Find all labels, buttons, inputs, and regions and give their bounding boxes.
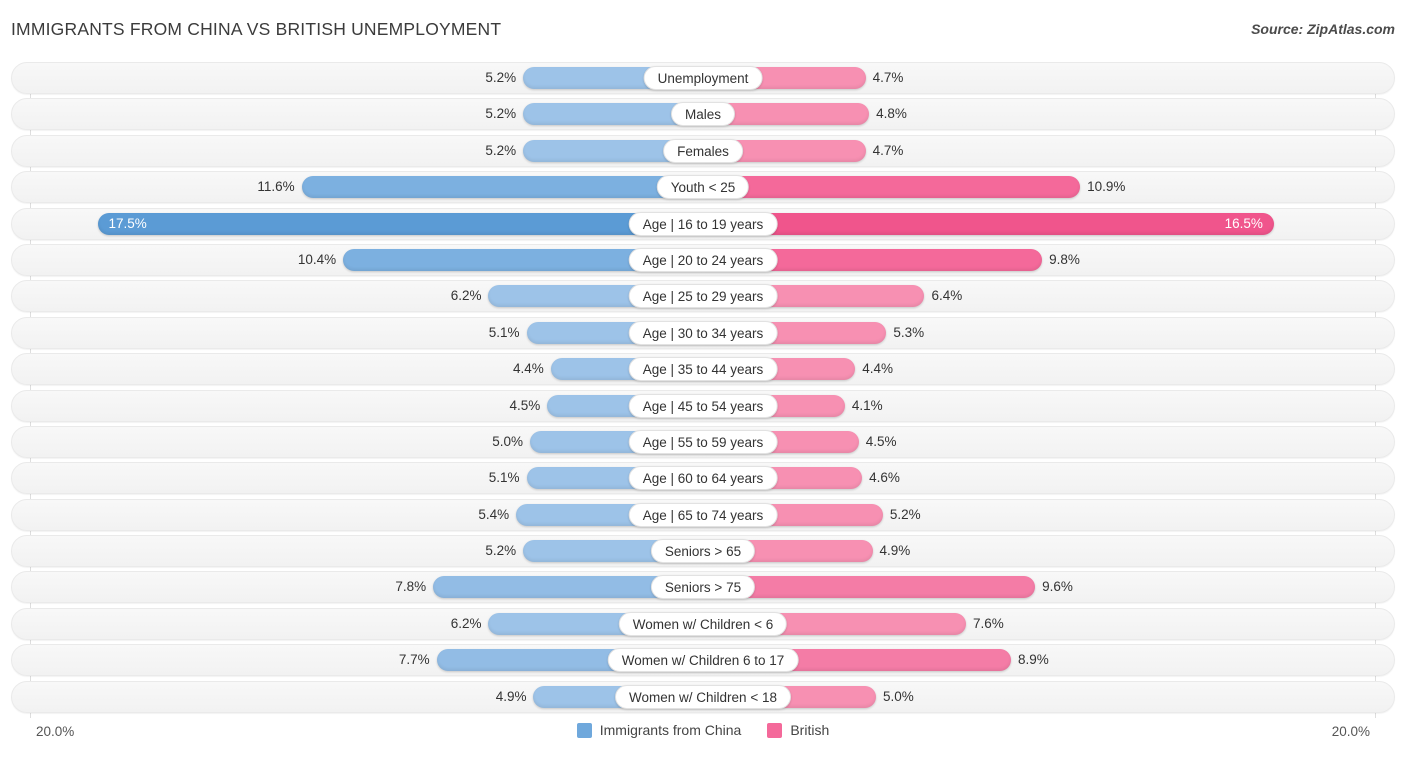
row-label-pill: Age | 55 to 59 years [628, 429, 778, 454]
row-label-pill: Unemployment [643, 66, 763, 90]
bar-value-left: 5.2% [485, 543, 517, 559]
bar-left-immigrants-from-china [97, 212, 703, 235]
row-label-pill: Age | 16 to 19 years [628, 211, 778, 236]
bar-value-left: 5.1% [488, 470, 520, 486]
bar-value-right: 8.9% [1017, 652, 1049, 668]
bar-value-right: 4.1% [851, 397, 883, 413]
bar-value-right: 4.5% [865, 433, 897, 449]
bar-row: 4.5% 4.1% Age | 45 to 54 years [0, 389, 1406, 422]
bar-value-right: 9.8% [1049, 251, 1080, 267]
legend-item[interactable]: Immigrants from China [576, 722, 742, 738]
bar-value-left: 4.4% [512, 361, 544, 377]
legend-label: British [790, 722, 830, 738]
legend-swatch-icon [767, 722, 783, 738]
bar-row: 10.4% 9.8% Age | 20 to 24 years [0, 243, 1406, 276]
row-label-pill: Age | 35 to 44 years [628, 357, 778, 382]
bar-row: 5.0% 4.5% Age | 55 to 59 years [0, 425, 1406, 458]
bar-row: 5.2% 4.7% Unemployment [0, 62, 1406, 94]
bar-value-left: 11.6% [257, 179, 295, 195]
row-label-pill: Age | 25 to 29 years [628, 284, 778, 309]
chart-plot-area: 5.2% 4.7% Unemployment 5.2% 4.8% Males 5.2% 4.7… [0, 62, 1406, 718]
bar-row: 5.2% 4.7% Females [0, 134, 1406, 167]
bar-value-left: 6.2% [450, 615, 482, 631]
bar-value-left: 7.7% [398, 652, 430, 668]
bar-value-right: 4.8% [876, 106, 907, 122]
bar-value-right: 9.6% [1042, 579, 1073, 595]
bar-row: 4.4% 4.4% Age | 35 to 44 years [0, 353, 1406, 386]
legend-label: Immigrants from China [599, 722, 742, 738]
source-attribution: Source: ZipAtlas.com [1251, 21, 1395, 37]
bar-value-left: 7.8% [395, 579, 427, 595]
page-title: IMMIGRANTS FROM CHINA VS BRITISH UNEMPLO… [11, 19, 502, 39]
bar-value-left: 17.5% [108, 215, 147, 231]
row-label-pill: Males [670, 102, 736, 127]
bar-row: 4.9% 5.0% Women w/ Children < 18 [0, 680, 1406, 713]
bar-value-right: 7.6% [972, 615, 1004, 631]
bar-row: 6.2% 7.6% Women w/ Children < 6 [0, 607, 1406, 640]
row-label-pill: Age | 65 to 74 years [628, 502, 778, 527]
bar-row: 5.4% 5.2% Age | 65 to 74 years [0, 498, 1406, 531]
bar-value-right: 4.9% [879, 543, 911, 559]
bar-row: 17.5% 16.5% Age | 16 to 19 years [0, 207, 1406, 240]
row-label-pill: Age | 60 to 64 years [628, 466, 778, 491]
bar-value-left: 4.5% [509, 397, 541, 413]
bar-value-left: 5.2% [485, 70, 517, 85]
legend-item[interactable]: British [767, 722, 829, 738]
row-label-pill: Seniors > 65 [650, 539, 756, 564]
chart-legend: Immigrants from China British [0, 722, 1406, 738]
bar-row: 5.2% 4.9% Seniors > 65 [0, 535, 1406, 568]
bar-value-right: 5.0% [883, 688, 914, 704]
bar-row: 7.7% 8.9% Women w/ Children 6 to 17 [0, 644, 1406, 677]
bar-value-right: 4.6% [869, 470, 900, 486]
bar-value-right: 10.9% [1087, 179, 1126, 195]
bar-value-left: 6.2% [450, 288, 482, 304]
bar-rows-container: 5.2% 4.7% Unemployment 5.2% 4.8% Males 5.2% 4.7… [0, 62, 1406, 717]
row-label-pill: Women w/ Children 6 to 17 [607, 648, 799, 673]
bar-value-right: 16.5% [1224, 215, 1263, 231]
row-label-pill: Females [663, 138, 743, 163]
row-label-pill: Women w/ Children < 6 [618, 611, 788, 636]
bar-value-right: 6.4% [931, 288, 963, 304]
bar-row: 11.6% 10.9% Youth < 25 [0, 171, 1406, 204]
bar-row: 5.2% 4.8% Males [0, 98, 1406, 131]
bar-value-right: 5.3% [893, 324, 925, 340]
bar-value-left: 5.0% [492, 433, 523, 449]
bar-right-british [703, 176, 1081, 199]
bar-right-british [703, 212, 1274, 235]
bar-row: 7.8% 9.6% Seniors > 75 [0, 571, 1406, 604]
bar-value-left: 4.9% [495, 688, 527, 704]
legend-swatch-icon [576, 722, 592, 738]
bar-value-left: 5.2% [485, 142, 517, 158]
bar-value-right: 5.2% [889, 506, 921, 522]
bar-row: 5.1% 4.6% Age | 60 to 64 years [0, 462, 1406, 495]
row-label-pill: Women w/ Children < 18 [615, 684, 791, 709]
bar-value-left: 10.4% [297, 251, 337, 267]
bar-row: 6.2% 6.4% Age | 25 to 29 years [0, 280, 1406, 313]
bar-row: 5.1% 5.3% Age | 30 to 34 years [0, 316, 1406, 349]
bar-value-left: 5.2% [485, 106, 517, 122]
row-label-pill: Age | 30 to 34 years [628, 320, 778, 345]
bar-left-immigrants-from-china [301, 176, 703, 199]
bar-value-left: 5.1% [488, 324, 520, 340]
bar-value-right: 4.7% [872, 142, 904, 158]
row-label-pill: Age | 20 to 24 years [628, 247, 778, 272]
bar-value-right: 4.7% [872, 70, 904, 85]
row-label-pill: Age | 45 to 54 years [628, 393, 778, 418]
row-label-pill: Seniors > 75 [650, 575, 756, 600]
bar-value-left: 5.4% [478, 506, 510, 522]
bar-value-right: 4.4% [862, 361, 894, 377]
row-label-pill: Youth < 25 [656, 175, 750, 200]
